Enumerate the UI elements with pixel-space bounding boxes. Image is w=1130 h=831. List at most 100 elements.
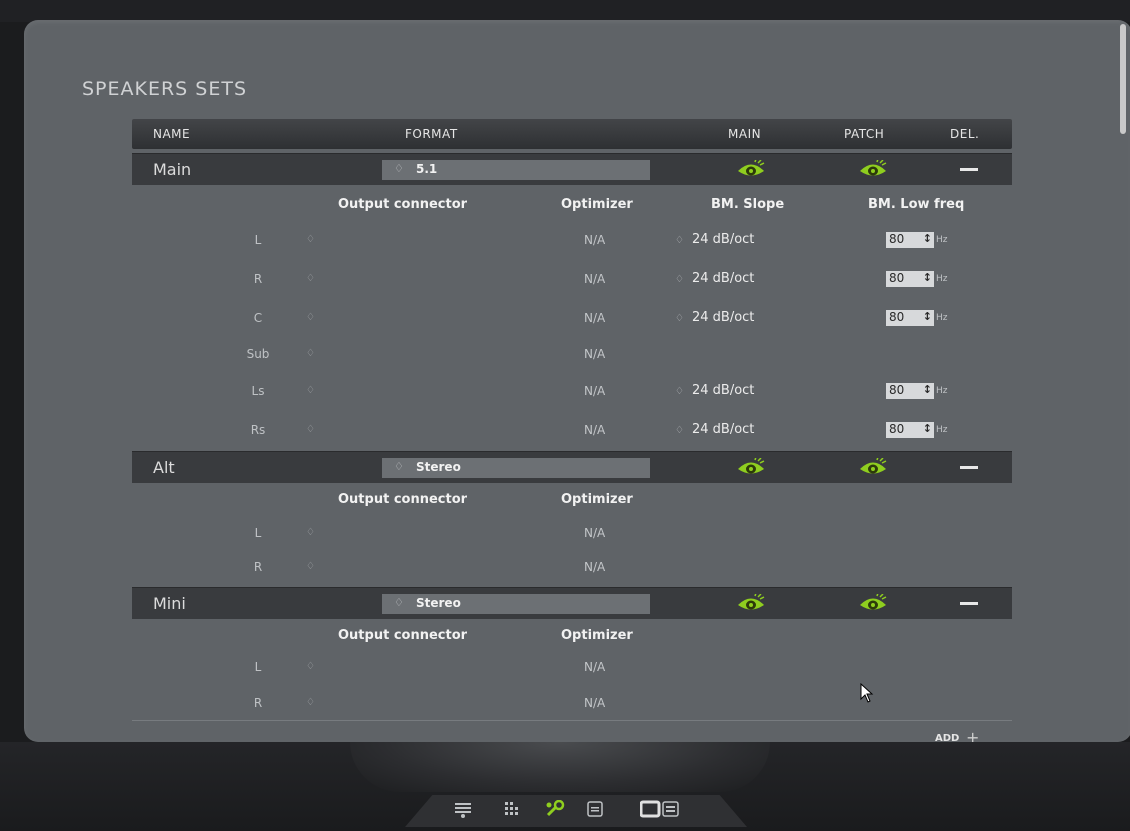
tools-icon[interactable] (544, 799, 566, 818)
channel-label: R (253, 560, 263, 574)
slope-value: 24 dB/oct (691, 422, 755, 437)
channel-label: L (254, 526, 262, 540)
patch-eye-icon[interactable] (858, 592, 888, 614)
bm-lowfreq-header: BM. Low freq (868, 197, 965, 212)
app-window: SPEAKERS SETS NAME FORMAT MAIN PATCH DEL… (0, 0, 1130, 831)
optimizer-value: N/A (584, 696, 606, 710)
speakers-icon[interactable] (452, 800, 474, 818)
optimizer-header: Optimizer (561, 197, 633, 212)
optimizer-header: Optimizer (561, 628, 633, 643)
chevron-updown-icon: ♢ (675, 386, 684, 397)
optimizer-header: Optimizer (561, 492, 633, 507)
divider (132, 720, 1012, 721)
main-eye-icon[interactable] (736, 456, 766, 478)
matrix-icon[interactable] (500, 800, 522, 818)
format-select[interactable]: ♢ Stereo (382, 458, 650, 478)
patch-eye-icon[interactable] (858, 158, 888, 180)
output-connector-select[interactable]: ♢ (306, 527, 315, 538)
dial-knob[interactable] (350, 742, 770, 792)
low-freq-field[interactable]: 80 ↕ (886, 232, 934, 248)
optimizer-value: N/A (584, 560, 606, 574)
main-eye-icon[interactable] (736, 158, 766, 180)
optimizer-value: N/A (584, 311, 606, 325)
stepper-icon[interactable]: ↕ (923, 310, 932, 323)
low-freq-field[interactable]: 80 ↕ (886, 271, 934, 287)
set-name[interactable]: Alt (153, 458, 175, 477)
stepper-icon[interactable]: ↕ (923, 232, 932, 245)
optimizer-value: N/A (584, 233, 606, 247)
chevron-updown-icon: ♢ (394, 162, 404, 175)
optimizer-value: N/A (584, 384, 606, 398)
output-connector-select[interactable]: ♢ (306, 273, 315, 284)
format-value: Stereo (416, 596, 461, 610)
mouse-cursor-icon (860, 683, 874, 703)
stepper-icon[interactable]: ↕ (923, 422, 932, 435)
format-select[interactable]: ♢ Stereo (382, 594, 650, 614)
bm-slope-select[interactable]: ♢ 24 dB/oct (675, 232, 754, 247)
low-freq-value: 80 (889, 383, 905, 397)
col-del: DEL. (950, 127, 980, 141)
channel-label: Ls (251, 384, 265, 398)
speaker-set-row: Mini ♢ Stereo (132, 587, 1012, 619)
channel-label: Sub (246, 347, 270, 361)
output-connector-header: Output connector (338, 492, 468, 507)
chevron-updown-icon: ♢ (675, 313, 684, 324)
chevron-updown-icon: ♢ (675, 235, 684, 246)
delete-button[interactable] (960, 168, 978, 171)
low-freq-value: 80 (889, 310, 905, 324)
delete-button[interactable] (960, 466, 978, 469)
bm-slope-select[interactable]: ♢ 24 dB/oct (675, 271, 754, 286)
chevron-updown-icon: ♢ (675, 274, 684, 285)
chevron-updown-icon: ♢ (675, 425, 684, 436)
low-freq-value: 80 (889, 232, 905, 246)
scrollbar-thumb[interactable] (1120, 24, 1126, 134)
bm-slope-select[interactable]: ♢ 24 dB/oct (675, 422, 754, 437)
chevron-updown-icon: ♢ (394, 460, 404, 473)
output-connector-select[interactable]: ♢ (306, 697, 315, 708)
col-patch: PATCH (844, 127, 885, 141)
display-icon[interactable] (639, 800, 680, 818)
patch-eye-icon[interactable] (858, 456, 888, 478)
output-connector-select[interactable]: ♢ (306, 312, 315, 323)
page-title: SPEAKERS SETS (82, 78, 248, 100)
set-name[interactable]: Main (153, 160, 191, 179)
delete-button[interactable] (960, 602, 978, 605)
optimizer-value: N/A (584, 347, 606, 361)
main-eye-icon[interactable] (736, 592, 766, 614)
low-freq-field[interactable]: 80 ↕ (886, 310, 934, 326)
optimizer-value: N/A (584, 660, 606, 674)
output-connector-select[interactable]: ♢ (306, 234, 315, 245)
list-icon[interactable] (584, 800, 606, 818)
hz-unit: Hz (936, 313, 948, 323)
stepper-icon[interactable]: ↕ (923, 383, 932, 396)
output-connector-select[interactable]: ♢ (306, 348, 315, 359)
col-name: NAME (153, 127, 191, 141)
optimizer-value: N/A (584, 272, 606, 286)
table-header: NAME FORMAT MAIN PATCH DEL. (132, 119, 1012, 149)
output-connector-select[interactable]: ♢ (306, 385, 315, 396)
chevron-updown-icon: ♢ (394, 596, 404, 609)
hz-unit: Hz (936, 235, 948, 245)
channel-label: R (253, 272, 263, 286)
set-name[interactable]: Mini (153, 594, 186, 613)
bm-slope-select[interactable]: ♢ 24 dB/oct (675, 383, 754, 398)
format-select[interactable]: ♢ 5.1 (382, 160, 650, 180)
top-frame (0, 0, 1130, 22)
channel-label: L (254, 233, 262, 247)
output-connector-select[interactable]: ♢ (306, 424, 315, 435)
stepper-icon[interactable]: ↕ (923, 271, 932, 284)
hz-unit: Hz (936, 274, 948, 284)
low-freq-field[interactable]: 80 ↕ (886, 383, 934, 399)
output-connector-select[interactable]: ♢ (306, 561, 315, 572)
output-connector-select[interactable]: ♢ (306, 661, 315, 672)
optimizer-value: N/A (584, 423, 606, 437)
speaker-set-row: Main ♢ 5.1 (132, 153, 1012, 185)
bm-slope-select[interactable]: ♢ 24 dB/oct (675, 310, 754, 325)
low-freq-field[interactable]: 80 ↕ (886, 422, 934, 438)
slope-value: 24 dB/oct (691, 310, 755, 325)
output-connector-header: Output connector (338, 197, 468, 212)
speaker-set-row: Alt ♢ Stereo (132, 451, 1012, 483)
col-main: MAIN (728, 127, 762, 141)
format-value: 5.1 (416, 162, 438, 176)
channel-label: R (253, 696, 263, 710)
